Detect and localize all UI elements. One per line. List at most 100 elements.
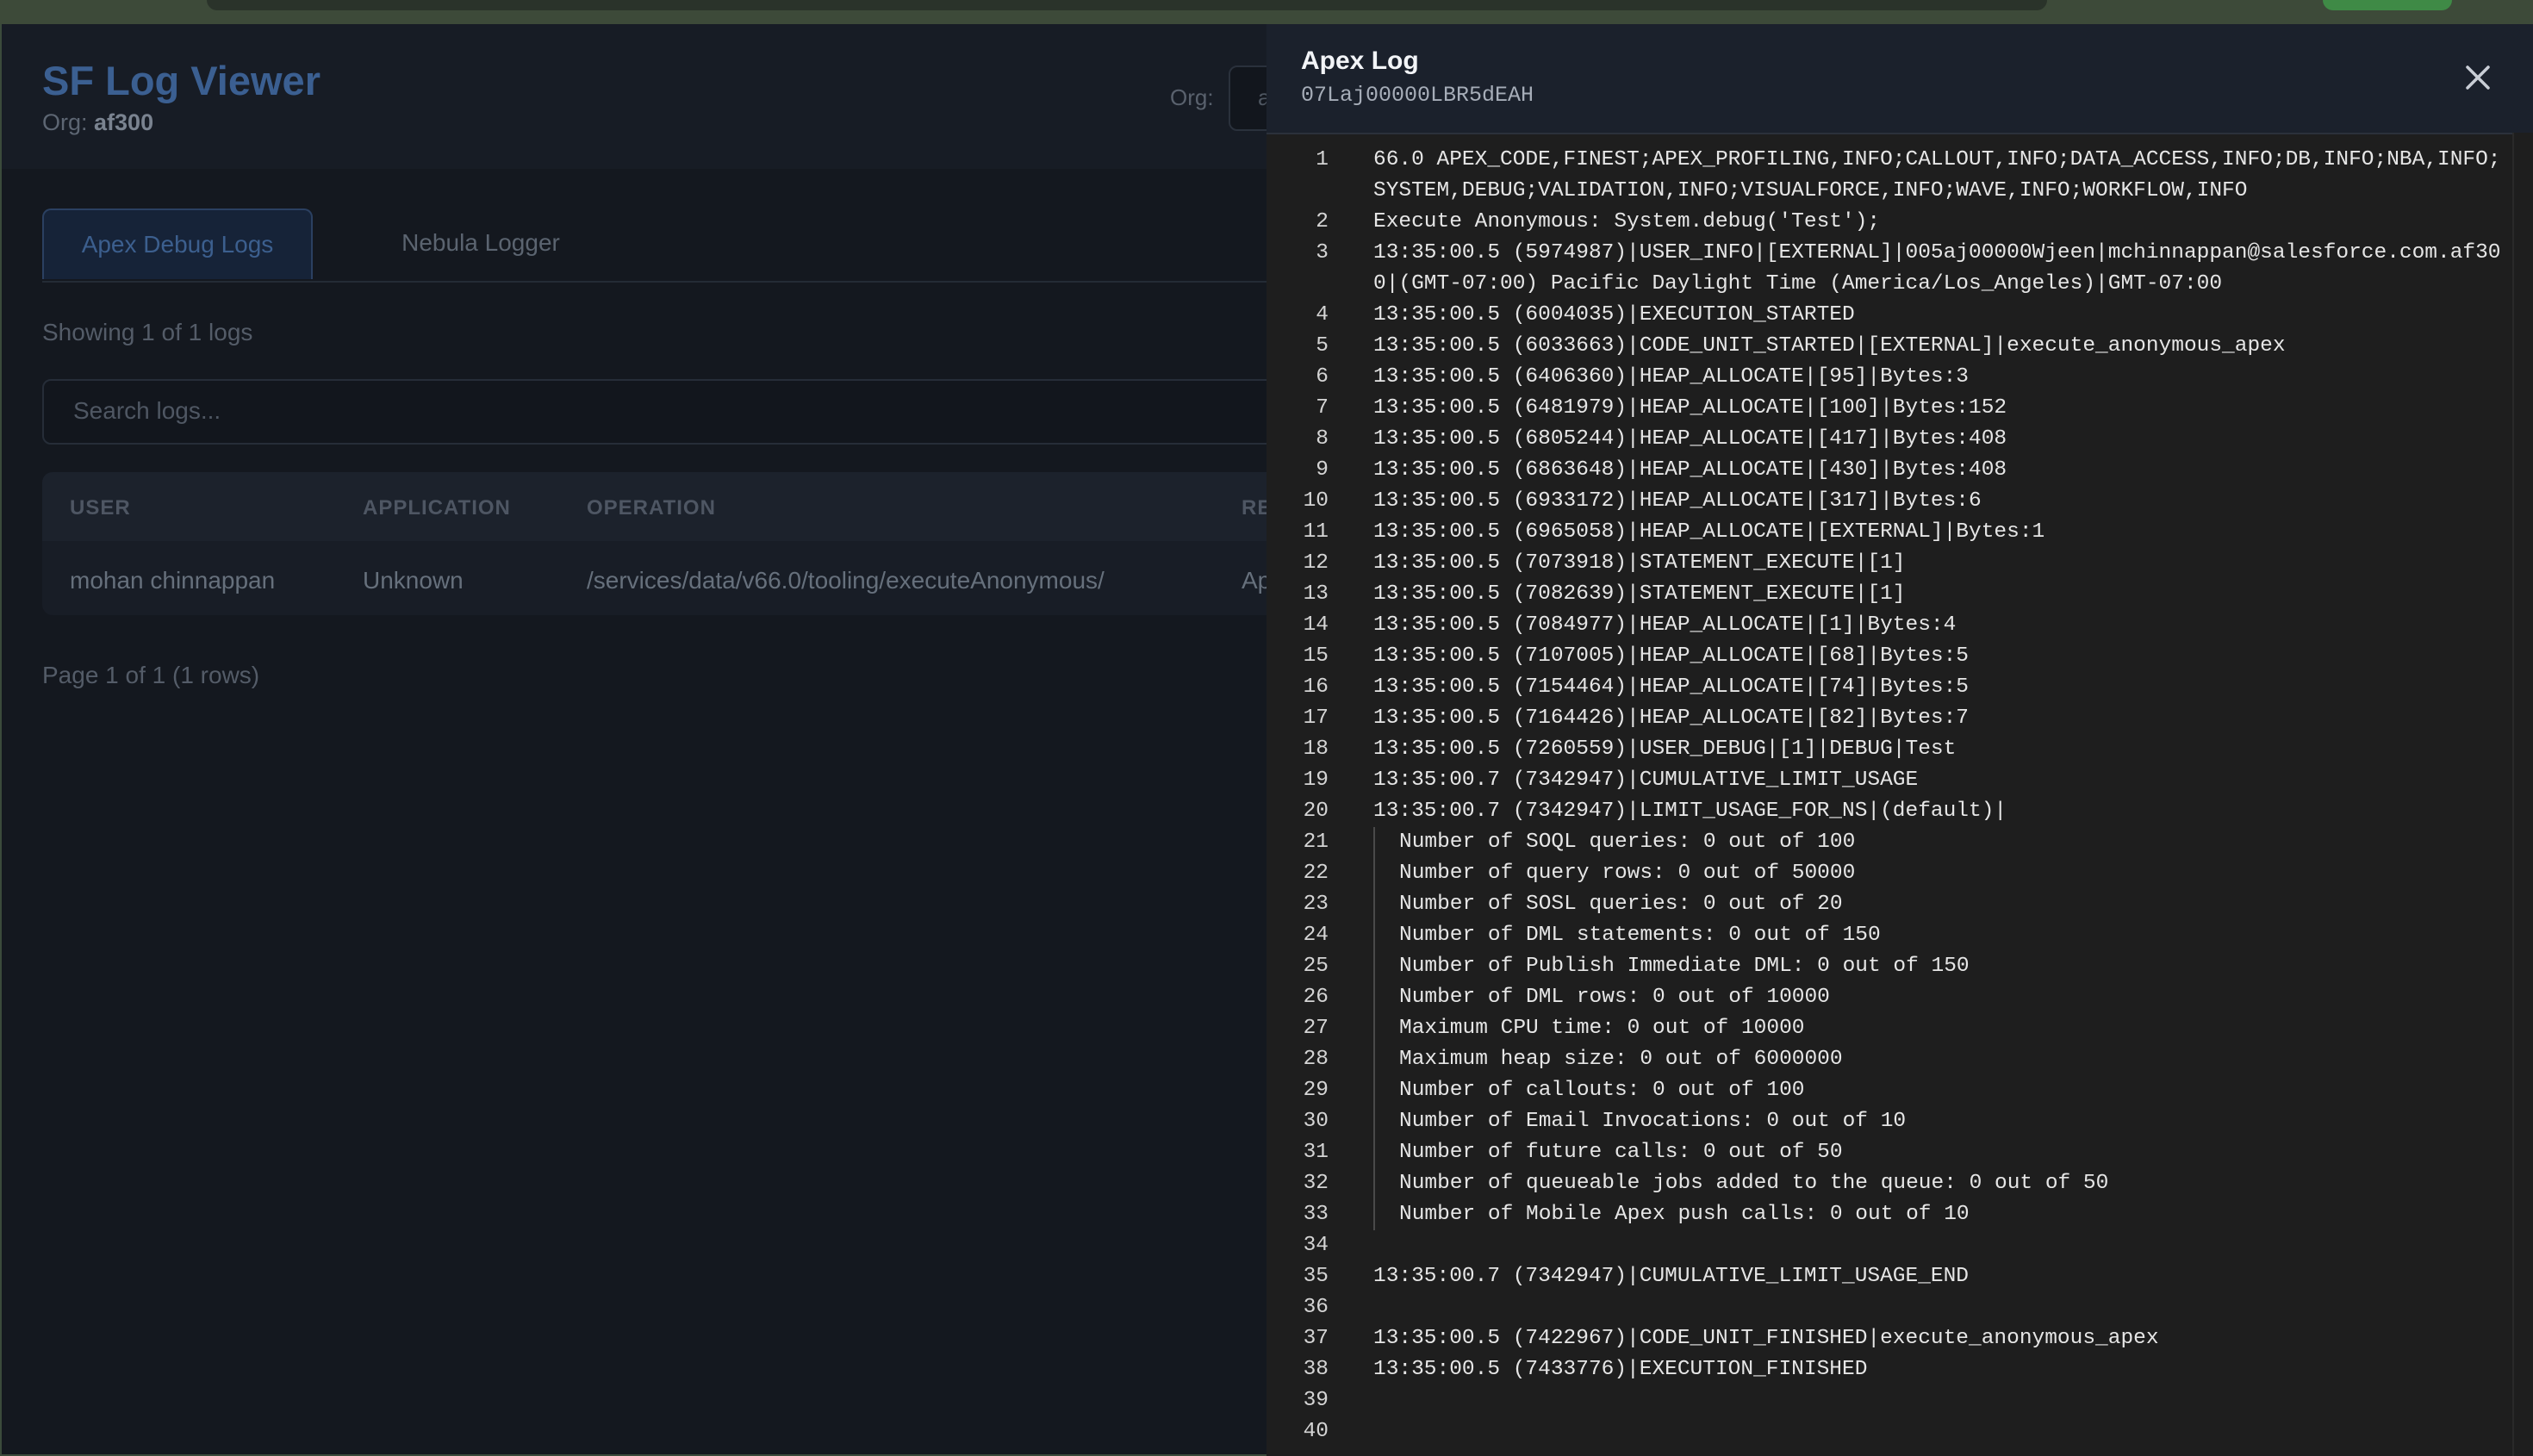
line-number: 19 — [1303, 768, 1329, 792]
line-text: 13:35:00.5 (5974987)|USER_INFO|[EXTERNAL… — [1373, 241, 2501, 296]
line-number: 15 — [1303, 644, 1329, 668]
log-line: 13 13:35:00.5 (7082639)|STATEMENT_EXECUTE… — [1266, 579, 2512, 610]
log-line: 31 Number of future calls: 0 out of 50 — [1266, 1137, 2512, 1168]
line-number: 38 — [1303, 1358, 1329, 1381]
line-text: 13:35:00.5 (6004035)|EXECUTION_STARTED — [1373, 303, 1855, 327]
log-line: 3 13:35:00.5 (5974987)|USER_INFO|[EXTERNA… — [1266, 238, 2512, 300]
tab-apex-debug-logs[interactable]: Apex Debug Logs — [42, 208, 313, 279]
org-name: af300 — [94, 109, 154, 135]
log-line: 40 — [1266, 1416, 2512, 1447]
log-scrollbar[interactable] — [2512, 133, 2533, 1456]
browser-top-strip — [0, 0, 2533, 24]
line-number: 14 — [1303, 613, 1329, 637]
line-number: 37 — [1303, 1327, 1329, 1350]
line-number: 10 — [1303, 489, 1329, 513]
log-line: 35 13:35:00.7 (7342947)|CUMULATIVE_LIMIT_… — [1266, 1261, 2512, 1292]
line-text: 13:35:00.5 (6863648)|HEAP_ALLOCATE|[430]… — [1373, 458, 2007, 482]
log-line: 7 13:35:00.5 (6481979)|HEAP_ALLOCATE|[100… — [1266, 393, 2512, 424]
line-number: 9 — [1316, 458, 1329, 482]
log-line: 39 — [1266, 1385, 2512, 1416]
line-number: 8 — [1316, 427, 1329, 451]
log-line: 8 13:35:00.5 (6805244)|HEAP_ALLOCATE|[417… — [1266, 424, 2512, 455]
log-line: 34 — [1266, 1230, 2512, 1261]
line-text: 13:35:00.5 (7154464)|HEAP_ALLOCATE|[74]|… — [1373, 675, 1970, 699]
log-line: 36 — [1266, 1292, 2512, 1323]
line-number: 27 — [1303, 1017, 1329, 1040]
browser-action-button[interactable] — [2323, 0, 2452, 10]
log-detail-drawer: Apex Log 07Laj00000LBR5dEAH 1 66.0 APEX_C… — [1266, 24, 2533, 1456]
line-number: 6 — [1316, 365, 1329, 389]
line-text: Number of Email Invocations: 0 out of 10 — [1373, 1106, 2512, 1137]
line-text: Number of future calls: 0 out of 50 — [1373, 1137, 2512, 1168]
table-header: USER APPLICATION OPERATION RE — [42, 472, 1421, 541]
log-line: 23 Number of SOSL queries: 0 out of 20 — [1266, 889, 2512, 920]
line-number: 33 — [1303, 1203, 1329, 1226]
line-text: 13:35:00.5 (6965058)|HEAP_ALLOCATE|[EXTE… — [1373, 520, 2045, 544]
close-icon — [2466, 65, 2490, 90]
line-number: 34 — [1303, 1234, 1329, 1257]
line-number: 30 — [1303, 1110, 1329, 1133]
line-number: 16 — [1303, 675, 1329, 699]
line-number: 1 — [1316, 148, 1329, 171]
log-line: 38 13:35:00.5 (7433776)|EXECUTION_FINISHE… — [1266, 1354, 2512, 1385]
log-line: 6 13:35:00.5 (6406360)|HEAP_ALLOCATE|[95]… — [1266, 362, 2512, 393]
log-content: 1 66.0 APEX_CODE,FINEST;APEX_PROFILING,IN… — [1266, 145, 2512, 1454]
line-text: Number of SOSL queries: 0 out of 20 — [1373, 889, 2512, 920]
log-line: 24 Number of DML statements: 0 out of 150 — [1266, 920, 2512, 951]
line-number: 23 — [1303, 893, 1329, 916]
log-line: 15 13:35:00.5 (7107005)|HEAP_ALLOCATE|[68… — [1266, 641, 2512, 672]
drawer-header: Apex Log 07Laj00000LBR5dEAH — [1266, 24, 2533, 134]
log-id: 07Laj00000LBR5dEAH — [1301, 83, 1534, 108]
line-text: Number of SOQL queries: 0 out of 100 — [1373, 827, 2512, 858]
line-number: 12 — [1303, 551, 1329, 575]
org-prefix: Org: — [42, 109, 88, 135]
line-text: 13:35:00.5 (6805244)|HEAP_ALLOCATE|[417]… — [1373, 427, 2007, 451]
log-line: 14 13:35:00.5 (7084977)|HEAP_ALLOCATE|[1]… — [1266, 610, 2512, 641]
log-line: 9 13:35:00.5 (6863648)|HEAP_ALLOCATE|[430… — [1266, 455, 2512, 486]
cell-application: Unknown — [363, 567, 464, 594]
line-number: 7 — [1316, 396, 1329, 420]
line-text: 13:35:00.5 (7073918)|STATEMENT_EXECUTE|[… — [1373, 551, 1906, 575]
line-text: 13:35:00.5 (7084977)|HEAP_ALLOCATE|[1]|B… — [1373, 613, 1957, 637]
log-line: 22 Number of query rows: 0 out of 50000 — [1266, 858, 2512, 889]
line-text: Number of query rows: 0 out of 50000 — [1373, 858, 2512, 889]
browser-address-bar[interactable] — [207, 0, 2047, 10]
line-text: 13:35:00.5 (7107005)|HEAP_ALLOCATE|[68]|… — [1373, 644, 1970, 668]
line-text: Number of callouts: 0 out of 100 — [1373, 1075, 2512, 1106]
search-input[interactable] — [72, 396, 1195, 426]
close-button[interactable] — [2455, 55, 2500, 100]
line-text: 13:35:00.5 (7260559)|USER_DEBUG|[1]|DEBU… — [1373, 737, 1957, 761]
line-number: 4 — [1316, 303, 1329, 327]
line-number: 18 — [1303, 737, 1329, 761]
line-text: 13:35:00.7 (7342947)|LIMIT_USAGE_FOR_NS|… — [1373, 800, 2007, 823]
log-line: 37 13:35:00.5 (7422967)|CODE_UNIT_FINISHE… — [1266, 1323, 2512, 1354]
line-number: 29 — [1303, 1079, 1329, 1102]
line-number: 11 — [1303, 520, 1329, 544]
log-line: 5 13:35:00.5 (6033663)|CODE_UNIT_STARTED|… — [1266, 331, 2512, 362]
tab-nebula-logger[interactable]: Nebula Logger — [356, 208, 606, 277]
search-box[interactable] — [42, 379, 1424, 445]
line-text: Number of Publish Immediate DML: 0 out o… — [1373, 951, 2512, 982]
line-text: 13:35:00.5 (7422967)|CODE_UNIT_FINISHED|… — [1373, 1327, 2159, 1350]
cell-operation: /services/data/v66.0/tooling/executeAnon… — [587, 567, 1105, 594]
log-line: 16 13:35:00.5 (7154464)|HEAP_ALLOCATE|[74… — [1266, 672, 2512, 703]
app-title: SF Log Viewer — [42, 58, 321, 103]
line-number: 20 — [1303, 800, 1329, 823]
column-header-operation[interactable]: OPERATION — [587, 496, 716, 520]
tab-bar: Apex Debug Logs Nebula Logger — [42, 208, 1421, 283]
log-line: 10 13:35:00.5 (6933172)|HEAP_ALLOCATE|[31… — [1266, 486, 2512, 517]
logs-table: USER APPLICATION OPERATION RE mohan chin… — [42, 472, 1421, 615]
log-line: 20 13:35:00.7 (7342947)|LIMIT_USAGE_FOR_N… — [1266, 796, 2512, 827]
column-header-user[interactable]: USER — [70, 496, 131, 520]
line-number: 35 — [1303, 1265, 1329, 1288]
line-number: 21 — [1303, 831, 1329, 854]
line-number: 40 — [1303, 1420, 1329, 1443]
line-text: 13:35:00.5 (6406360)|HEAP_ALLOCATE|[95]|… — [1373, 365, 1970, 389]
log-line: 21 Number of SOQL queries: 0 out of 100 — [1266, 827, 2512, 858]
column-header-application[interactable]: APPLICATION — [363, 496, 511, 520]
log-line: 25 Number of Publish Immediate DML: 0 out… — [1266, 951, 2512, 982]
line-number: 26 — [1303, 986, 1329, 1009]
line-number: 39 — [1303, 1389, 1329, 1412]
log-line: 27 Maximum CPU time: 0 out of 10000 — [1266, 1013, 2512, 1044]
line-number: 22 — [1303, 862, 1329, 885]
